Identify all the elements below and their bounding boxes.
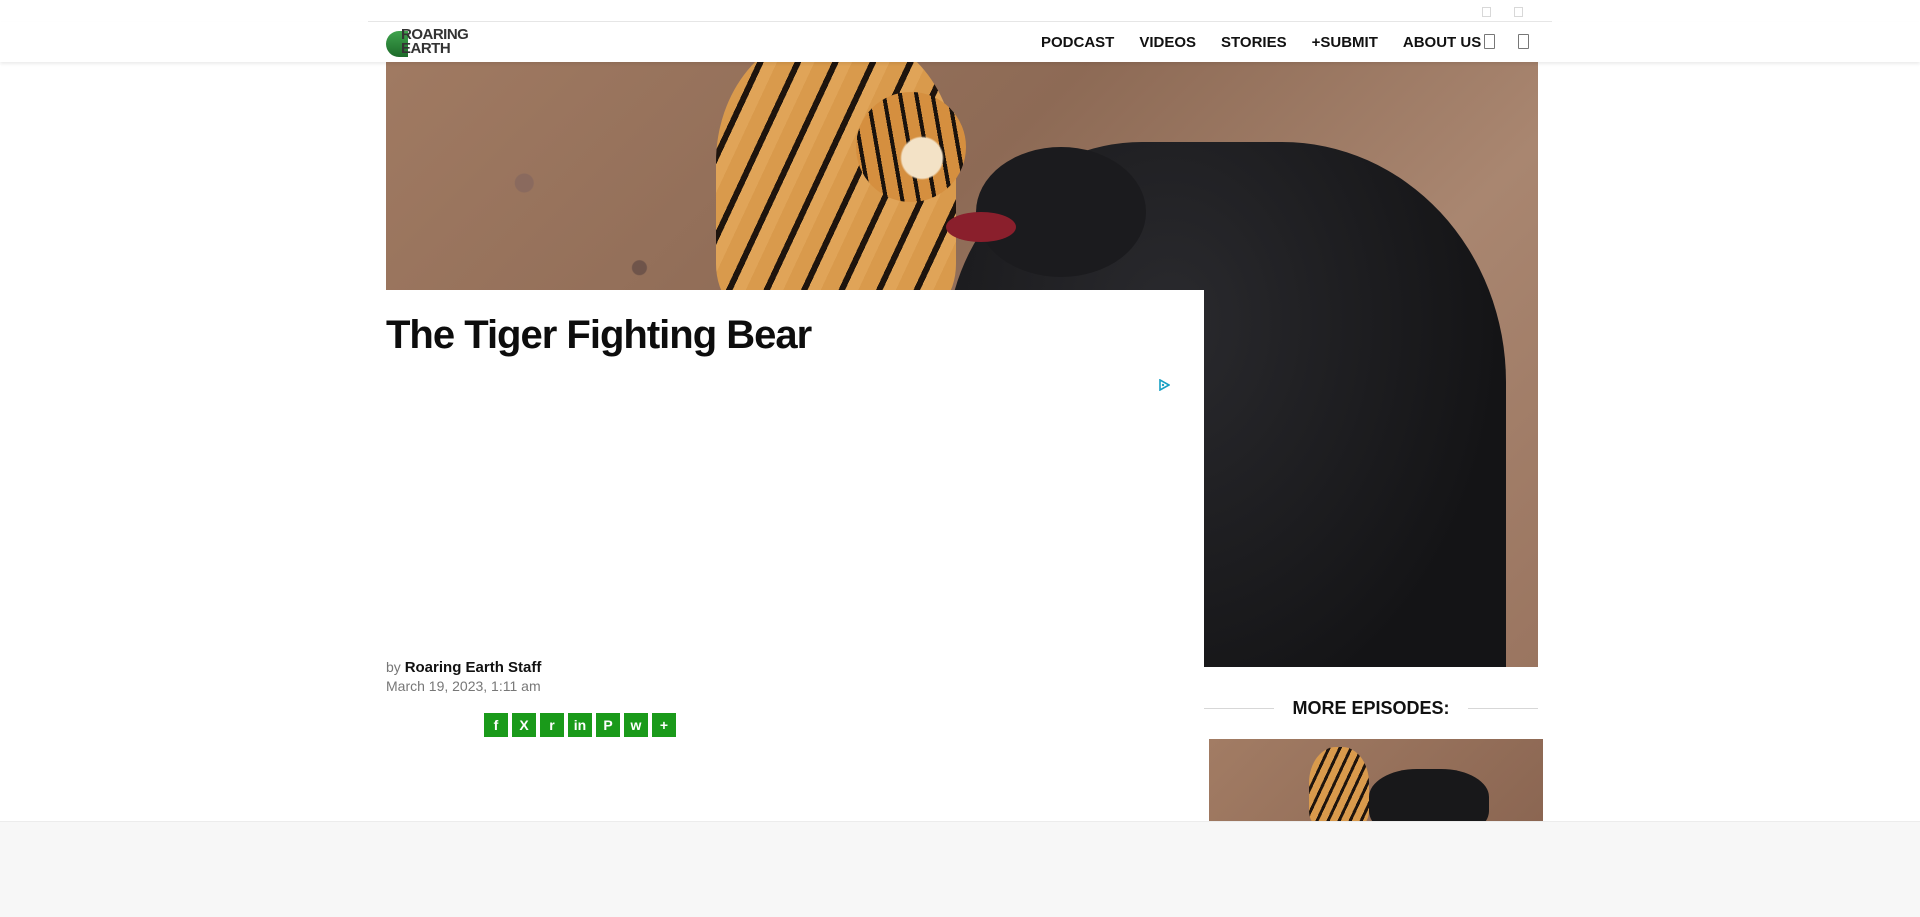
footer-area (0, 821, 1920, 917)
site-logo[interactable]: ROARING EARTH (386, 27, 486, 58)
divider (1204, 707, 1274, 709)
byline: by Roaring Earth Staff (386, 659, 541, 676)
nav-podcast[interactable]: PODCAST (1041, 34, 1114, 51)
whatsapp-icon[interactable]: w (624, 713, 648, 737)
nav-about-us[interactable]: ABOUT US (1403, 34, 1481, 51)
more-episodes-label: MORE EPISODES: (1292, 697, 1450, 718)
author-link[interactable]: Roaring Earth Staff (405, 659, 542, 676)
top-strip (368, 0, 1552, 22)
bear-head (976, 147, 1146, 277)
reddit-icon[interactable]: r (540, 713, 564, 737)
share-bar: f X r in P w + (484, 713, 676, 737)
main-nav: PODCAST VIDEOS STORIES +SUBMIT ABOUT US (1041, 22, 1506, 62)
divider (1468, 707, 1538, 709)
pinterest-icon[interactable]: P (596, 713, 620, 737)
episode-thumbnail[interactable] (1209, 739, 1543, 821)
small-square-icon (1482, 7, 1491, 17)
more-episodes-header: MORE EPISODES: (1204, 690, 1538, 726)
bear-figure (1369, 769, 1489, 821)
x-icon[interactable]: X (512, 713, 536, 737)
nav-submit[interactable]: +SUBMIT (1312, 34, 1378, 51)
nav-stories[interactable]: STORIES (1221, 34, 1287, 51)
small-square-icon (1514, 7, 1523, 17)
article-title: The Tiger Fighting Bear (386, 313, 812, 357)
linkedin-icon[interactable]: in (568, 713, 592, 737)
logo-line-2: EARTH (401, 40, 451, 57)
site-header: ROARING EARTH PODCAST VIDEOS STORIES +SU… (0, 22, 1920, 62)
nav-videos[interactable]: VIDEOS (1139, 34, 1196, 51)
search-icon[interactable] (1484, 34, 1495, 49)
share-more-icon[interactable]: + (652, 713, 676, 737)
publish-date: March 19, 2023, 1:11 am (386, 678, 541, 694)
menu-icon[interactable] (1518, 34, 1529, 49)
facebook-icon[interactable]: f (484, 713, 508, 737)
tiger-figure (1309, 747, 1369, 821)
bear-mouth (946, 212, 1016, 242)
byline-prefix: by (386, 659, 401, 675)
logo-wordmark: ROARING EARTH (401, 27, 469, 57)
ad-choices-icon[interactable] (1158, 379, 1170, 391)
tiger-face (856, 92, 966, 202)
